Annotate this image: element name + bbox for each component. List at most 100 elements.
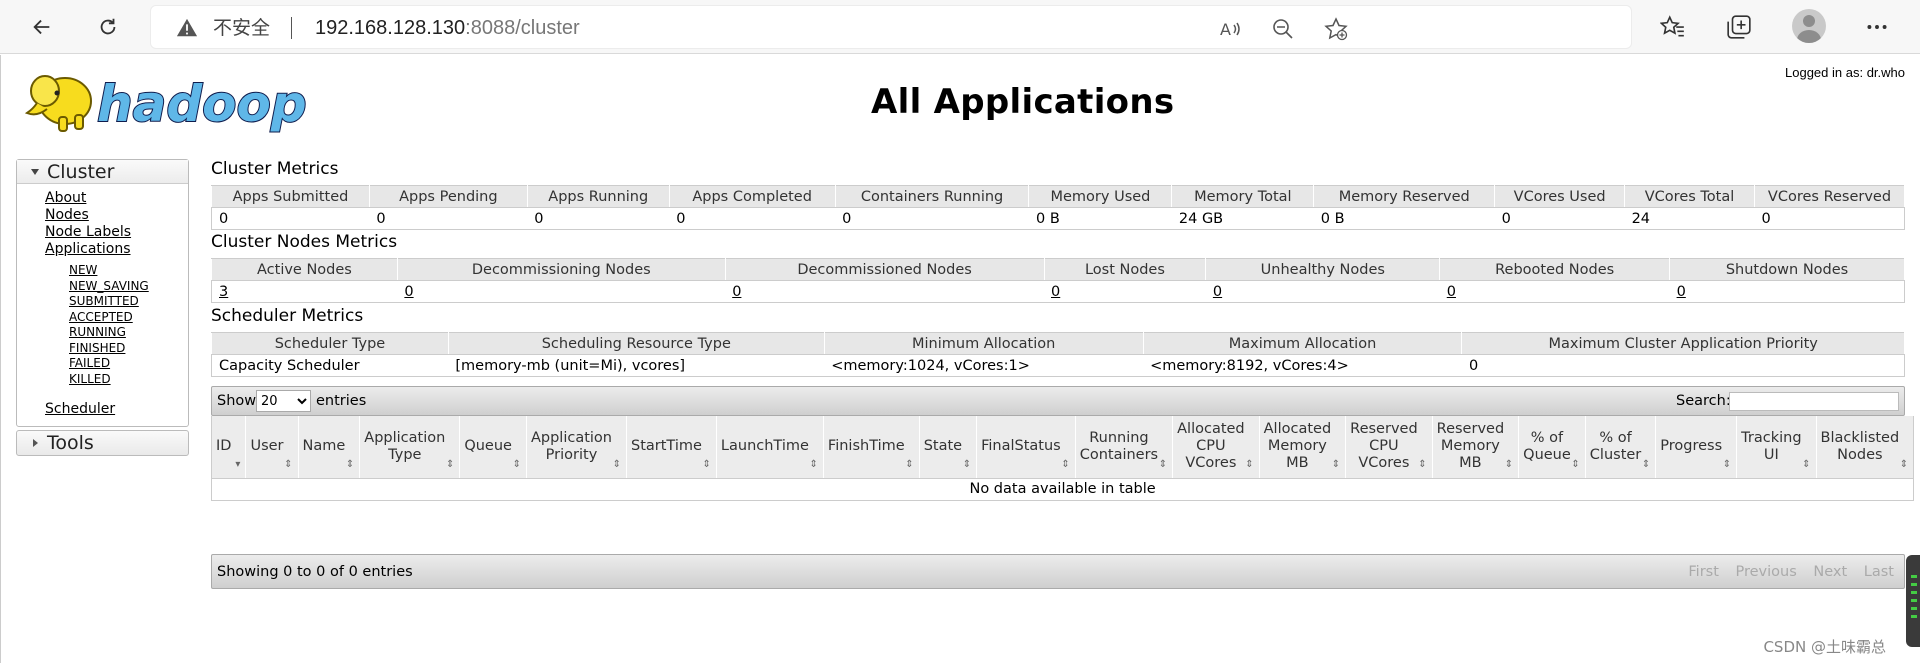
sidebar-link-about[interactable]: About [45, 190, 188, 207]
decommissioning-nodes-link[interactable]: 0 [404, 284, 413, 300]
metric-value: 0 [669, 207, 836, 230]
column-header[interactable]: Application Priority ⇕ [526, 416, 628, 479]
column-header[interactable]: Allocated CPU VCores ⇕ [1172, 416, 1260, 479]
profile-avatar[interactable] [1792, 9, 1826, 43]
column-header-text: Queue [1523, 446, 1571, 463]
sort-descending-icon[interactable]: ▾ [235, 459, 240, 470]
collections-icon[interactable] [1726, 14, 1752, 40]
unhealthy-nodes-link[interactable]: 0 [1213, 284, 1222, 300]
sort-icon[interactable]: ⇕ [346, 459, 354, 470]
address-bar[interactable]: 不安全 192.168.128.130:8088/cluster A [150, 5, 1632, 49]
sort-icon[interactable]: ⇕ [1723, 459, 1731, 470]
cluster-metrics-values: 0 0 0 0 0 0 B 24 GB 0 B 0 24 0 [211, 207, 1906, 230]
column-header-text: FinalStatus [981, 438, 1061, 455]
sort-icon[interactable]: ⇕ [810, 459, 818, 470]
add-favorite-icon[interactable] [1324, 17, 1348, 41]
app-state-finished[interactable]: FINISHED [69, 341, 188, 357]
sort-icon[interactable]: ⇕ [1802, 459, 1810, 470]
hadoop-logo[interactable]: hadoop hadoop [17, 63, 317, 143]
column-header[interactable]: Reserved Memory MB ⇕ [1432, 416, 1520, 479]
decommissioned-nodes-link[interactable]: 0 [732, 284, 741, 300]
previous-page-button[interactable]: Previous [1736, 564, 1797, 580]
lost-nodes-link[interactable]: 0 [1051, 284, 1060, 300]
sort-icon[interactable]: ⇕ [613, 459, 621, 470]
app-state-new-saving[interactable]: NEW_SAVING [69, 279, 188, 295]
empty-row: No data available in table [210, 478, 1915, 501]
app-state-running[interactable]: RUNNING [69, 325, 188, 341]
column-header[interactable]: Running Containers ⇕ [1075, 416, 1174, 479]
app-state-accepted[interactable]: ACCEPTED [69, 310, 188, 326]
app-state-submitted[interactable]: SUBMITTED [69, 294, 188, 310]
column-header[interactable]: StartTime ⇕ [626, 416, 717, 479]
column-header-text: StartTime [631, 438, 702, 455]
column-header[interactable]: Application Type ⇕ [359, 416, 461, 479]
favorites-icon[interactable] [1659, 14, 1686, 40]
column-header[interactable]: FinishTime ⇕ [823, 416, 920, 479]
column-header[interactable]: FinalStatus ⇕ [976, 416, 1076, 479]
column-header[interactable]: ID ▾ [210, 416, 247, 479]
logo-text-fill: hadoop [97, 75, 307, 133]
page-size-select[interactable]: 20 [256, 390, 311, 412]
app-state-killed[interactable]: KILLED [69, 372, 188, 388]
column-header[interactable]: Allocated Memory MB ⇕ [1259, 416, 1347, 479]
column-header-text: Application [364, 429, 446, 446]
sort-icon[interactable]: ⇕ [1505, 459, 1513, 470]
sort-icon[interactable]: ⇕ [963, 459, 971, 470]
url-text[interactable]: 192.168.128.130:8088/cluster [315, 16, 580, 40]
sidebar-link-node-labels[interactable]: Node Labels [45, 224, 188, 241]
rebooted-nodes-link[interactable]: 0 [1447, 284, 1456, 300]
tools-toggle[interactable]: Tools [16, 430, 189, 456]
column-header-text: Type [388, 446, 422, 463]
more-menu-icon[interactable] [1864, 14, 1890, 40]
search-input[interactable] [1729, 392, 1899, 411]
column-header[interactable]: % of Cluster ⇕ [1585, 416, 1657, 479]
sort-icon[interactable]: ⇕ [284, 459, 292, 470]
sort-icon[interactable]: ⇕ [1418, 459, 1426, 470]
sort-icon[interactable]: ⇕ [513, 459, 521, 470]
shutdown-nodes-link[interactable]: 0 [1677, 284, 1686, 300]
sort-icon[interactable]: ⇕ [1571, 459, 1579, 470]
sort-icon[interactable]: ⇕ [1061, 459, 1069, 470]
sort-icon[interactable]: ⇕ [1245, 459, 1253, 470]
column-header[interactable]: Reserved CPU VCores ⇕ [1345, 416, 1433, 479]
scheduler-metrics-values: Capacity Scheduler [memory-mb (unit=Mi),… [211, 354, 1905, 377]
column-header[interactable]: State ⇕ [919, 416, 978, 479]
back-button[interactable] [24, 9, 60, 45]
sidebar-link-scheduler[interactable]: Scheduler [45, 401, 188, 418]
first-page-button[interactable]: First [1688, 564, 1719, 580]
sort-icon[interactable]: ⇕ [1642, 459, 1650, 470]
column-header[interactable]: Progress ⇕ [1655, 416, 1738, 479]
active-nodes-link[interactable]: 3 [219, 284, 228, 300]
app-state-new[interactable]: NEW [69, 263, 188, 279]
sort-icon[interactable]: ⇕ [1332, 459, 1340, 470]
sort-icon[interactable]: ⇕ [446, 459, 454, 470]
sidebar-link-applications[interactable]: Applications [45, 241, 188, 258]
read-aloud-icon[interactable]: A [1218, 17, 1242, 41]
table-info: Showing 0 to 0 of 0 entries [217, 564, 413, 580]
cluster-toggle[interactable]: Cluster [17, 160, 188, 184]
metric-header: Decommissioning Nodes [396, 258, 726, 281]
column-header[interactable]: Tracking UI ⇕ [1736, 416, 1817, 479]
column-header-text: Reserved [1350, 421, 1418, 438]
column-header[interactable]: Queue ⇕ [459, 416, 527, 479]
side-widget-handle[interactable] [1906, 555, 1920, 647]
app-state-failed[interactable]: FAILED [69, 356, 188, 372]
column-header[interactable]: Blacklisted Nodes ⇕ [1816, 416, 1915, 479]
sort-icon[interactable]: ⇕ [703, 459, 711, 470]
sort-icon[interactable]: ⇕ [1159, 459, 1167, 470]
last-page-button[interactable]: Last [1864, 564, 1894, 580]
column-header[interactable]: % of Queue ⇕ [1518, 416, 1586, 479]
next-page-button[interactable]: Next [1813, 564, 1847, 580]
sidebar-link-nodes[interactable]: Nodes [45, 207, 188, 224]
column-header[interactable]: User ⇕ [245, 416, 299, 479]
metric-header: VCores Reserved [1753, 185, 1906, 208]
sort-icon[interactable]: ⇕ [1900, 459, 1908, 470]
sort-icon[interactable]: ⇕ [905, 459, 913, 470]
column-header[interactable]: Name ⇕ [298, 416, 361, 479]
column-header[interactable]: LaunchTime ⇕ [716, 416, 824, 479]
url-path: :8088/cluster [465, 17, 580, 39]
warning-icon[interactable] [176, 17, 198, 39]
insecure-label[interactable]: 不安全 [213, 17, 270, 39]
reload-button[interactable] [90, 9, 126, 45]
zoom-out-icon[interactable] [1271, 17, 1295, 41]
